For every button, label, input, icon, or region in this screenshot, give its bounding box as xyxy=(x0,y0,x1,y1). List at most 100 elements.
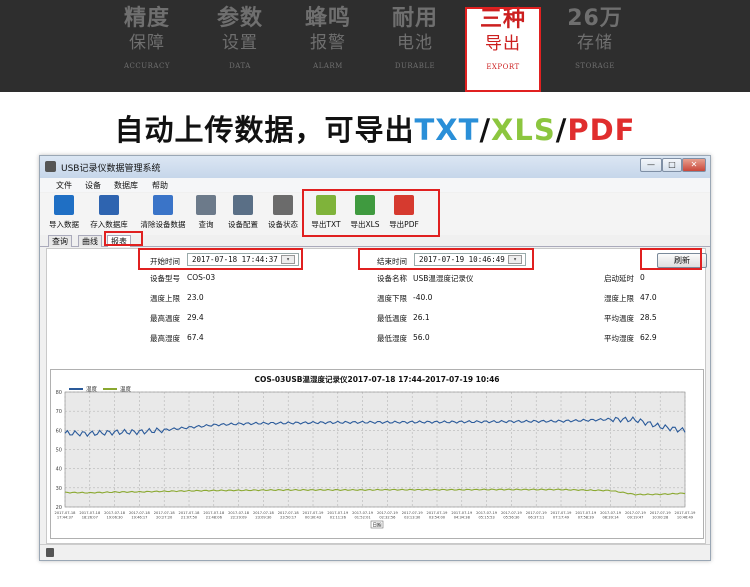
report-panel: 开始时间 2017-07-18 17:44:37 ▾ 结束时间 2017-07-… xyxy=(46,248,707,544)
import-data-icon xyxy=(54,195,74,215)
feature-storage: 26万 存储 STORAGE xyxy=(558,6,632,88)
toolbar-button-1[interactable]: 存入数据库 xyxy=(86,195,132,233)
tab-1[interactable]: 曲线 xyxy=(78,235,102,247)
field-value: 29.4 xyxy=(187,313,204,322)
tab-2[interactable]: 报表 xyxy=(107,235,131,247)
tab-bar: 查询 曲线 报表 xyxy=(40,235,710,247)
field-value: 23.0 xyxy=(187,293,204,302)
x-tick-label: 2017-07-19 05:15:53 xyxy=(476,511,498,520)
toolbar-label: 清除设备数据 xyxy=(140,220,186,229)
feature-mid-text: 设置 xyxy=(222,33,258,53)
x-tick-label: 2017-07-19 00:30:43 xyxy=(303,511,325,520)
toolbar-label: 导入数据 xyxy=(49,220,79,229)
menu-item-1[interactable]: 设备 xyxy=(85,180,101,191)
feature-durable: 耐用 电池 DURABLE xyxy=(378,6,452,88)
feature-big-text: 蜂鸣 xyxy=(304,6,351,31)
feature-sml-text: STORAGE xyxy=(575,62,615,70)
clear-device-icon xyxy=(153,195,173,215)
x-tick-label: 2017-07-18 17:44:37 xyxy=(55,511,77,520)
x-tick-label: 2017-07-19 08:39:14 xyxy=(600,511,622,520)
x-tick-label: 2017-07-19 06:37:11 xyxy=(526,511,548,520)
field-label: 温度下限 xyxy=(377,294,407,303)
app-icon xyxy=(45,161,56,172)
feature-big-text: 三种 xyxy=(479,7,526,32)
toolbar-label: 查询 xyxy=(198,220,214,229)
field-value: 67.4 xyxy=(187,333,204,342)
x-tick-label: 2017-07-18 23:50:17 xyxy=(278,511,300,520)
x-tick-label: 2017-07-19 03:13:30 xyxy=(402,511,424,520)
status-bar xyxy=(40,544,710,560)
toolbar-button-4[interactable]: 设备配置 xyxy=(226,195,260,233)
field-value: 26.1 xyxy=(413,313,430,322)
field-value: -40.0 xyxy=(413,293,433,302)
toolbar-label: 导出TXT xyxy=(311,220,341,229)
toolbar-label: 存入数据库 xyxy=(90,220,128,229)
refresh-button[interactable]: 刷新 xyxy=(657,253,707,268)
toolbar-button-2[interactable]: 清除设备数据 xyxy=(136,195,190,233)
menu-item-2[interactable]: 数据库 xyxy=(114,180,138,191)
title-bar[interactable]: USB记录仪数据管理系统 — □ ✕ xyxy=(40,156,710,178)
close-button[interactable]: ✕ xyxy=(682,158,706,172)
toolbar-button-7[interactable]: 导出XLS xyxy=(347,195,383,233)
maximize-button[interactable]: □ xyxy=(662,158,682,172)
field-label: 温度上限 xyxy=(150,294,180,303)
device-status-icon xyxy=(273,195,293,215)
toolbar-button-8[interactable]: 导出PDF xyxy=(386,195,422,233)
feature-mid-text: 存储 xyxy=(577,33,613,53)
x-tick-label: 2017-07-19 01:52:01 xyxy=(352,511,374,520)
feature-sml-text: DATA xyxy=(229,62,251,70)
calendar-dropdown-icon[interactable]: ▾ xyxy=(281,255,295,264)
field-value: 56.0 xyxy=(413,333,430,342)
start-time-picker[interactable]: 2017-07-18 17:44:37 ▾ xyxy=(187,253,299,266)
menu-item-3[interactable]: 帮助 xyxy=(152,180,168,191)
field-label: 启动延时 xyxy=(604,274,634,283)
search-icon xyxy=(196,195,216,215)
chart-title: COS-03USB温湿度记录仪2017-07-18 17:44-2017-07-… xyxy=(254,374,499,384)
end-time-picker[interactable]: 2017-07-19 10:46:49 ▾ xyxy=(414,253,526,266)
x-tick-label: 2017-07-18 19:46:17 xyxy=(129,511,151,520)
y-tick-label: 80 xyxy=(56,390,62,396)
x-tick-label: 2017-07-19 10:46:49 xyxy=(675,511,697,520)
field-value: 28.5 xyxy=(640,313,657,322)
headline-sep-2: / xyxy=(555,113,568,147)
toolbar-button-6[interactable]: 导出TXT xyxy=(308,195,344,233)
toolbar-label: 导出XLS xyxy=(350,220,380,229)
feature-mid-text: 电池 xyxy=(397,33,433,53)
x-tick-label: 2017-07-19 03:54:00 xyxy=(427,511,449,520)
feature-accuracy: 精度 保障 ACCURACY xyxy=(110,6,184,88)
toolbar-label: 设备配置 xyxy=(228,220,258,229)
x-tick-label: 2017-07-18 20:27:20 xyxy=(154,511,176,520)
feature-data: 参数 设置 DATA xyxy=(203,6,277,88)
feature-big-text: 精度 xyxy=(123,6,170,31)
field-value: USB温湿度记录仪 xyxy=(413,274,474,283)
headline: 自动上传数据，可导出TXT/XLS/PDF xyxy=(0,107,750,149)
feature-sml-text: EXPORT xyxy=(486,63,520,71)
toolbar-button-0[interactable]: 导入数据 xyxy=(44,195,84,233)
toolbar-button-3[interactable]: 查询 xyxy=(192,195,220,233)
feature-export: 三种 导出 EXPORT xyxy=(466,7,540,90)
toolbar-label: 设备状态 xyxy=(268,220,298,229)
y-tick-label: 30 xyxy=(56,486,62,492)
export-txt-icon xyxy=(316,195,336,215)
menu-item-0[interactable]: 文件 xyxy=(56,180,72,191)
field-label: 最高温度 xyxy=(150,314,180,323)
tab-0[interactable]: 查询 xyxy=(48,235,72,247)
toolbar-separator xyxy=(303,197,304,231)
toolbar-button-5[interactable]: 设备状态 xyxy=(264,195,302,233)
feature-big-text: 参数 xyxy=(216,6,263,31)
x-axis-label: 日期 xyxy=(373,523,382,529)
window-title: USB记录仪数据管理系统 xyxy=(61,164,161,174)
field-label: 平均湿度 xyxy=(604,334,634,343)
x-tick-label: 2017-07-18 21:07:50 xyxy=(179,511,201,520)
menu-bar: 文件 设备 数据库 帮助 xyxy=(40,178,710,192)
toolbar-label: 导出PDF xyxy=(389,220,419,229)
export-xls-icon xyxy=(355,195,375,215)
headline-xls: XLS xyxy=(491,113,556,147)
minimize-button[interactable]: — xyxy=(640,158,662,172)
calendar-dropdown-icon[interactable]: ▾ xyxy=(508,255,522,264)
y-tick-label: 60 xyxy=(56,428,62,434)
field-label: 最高湿度 xyxy=(150,334,180,343)
export-pdf-icon xyxy=(394,195,414,215)
x-tick-label: 2017-07-19 07:58:39 xyxy=(575,511,597,520)
feature-sml-text: ALARM xyxy=(313,62,343,70)
